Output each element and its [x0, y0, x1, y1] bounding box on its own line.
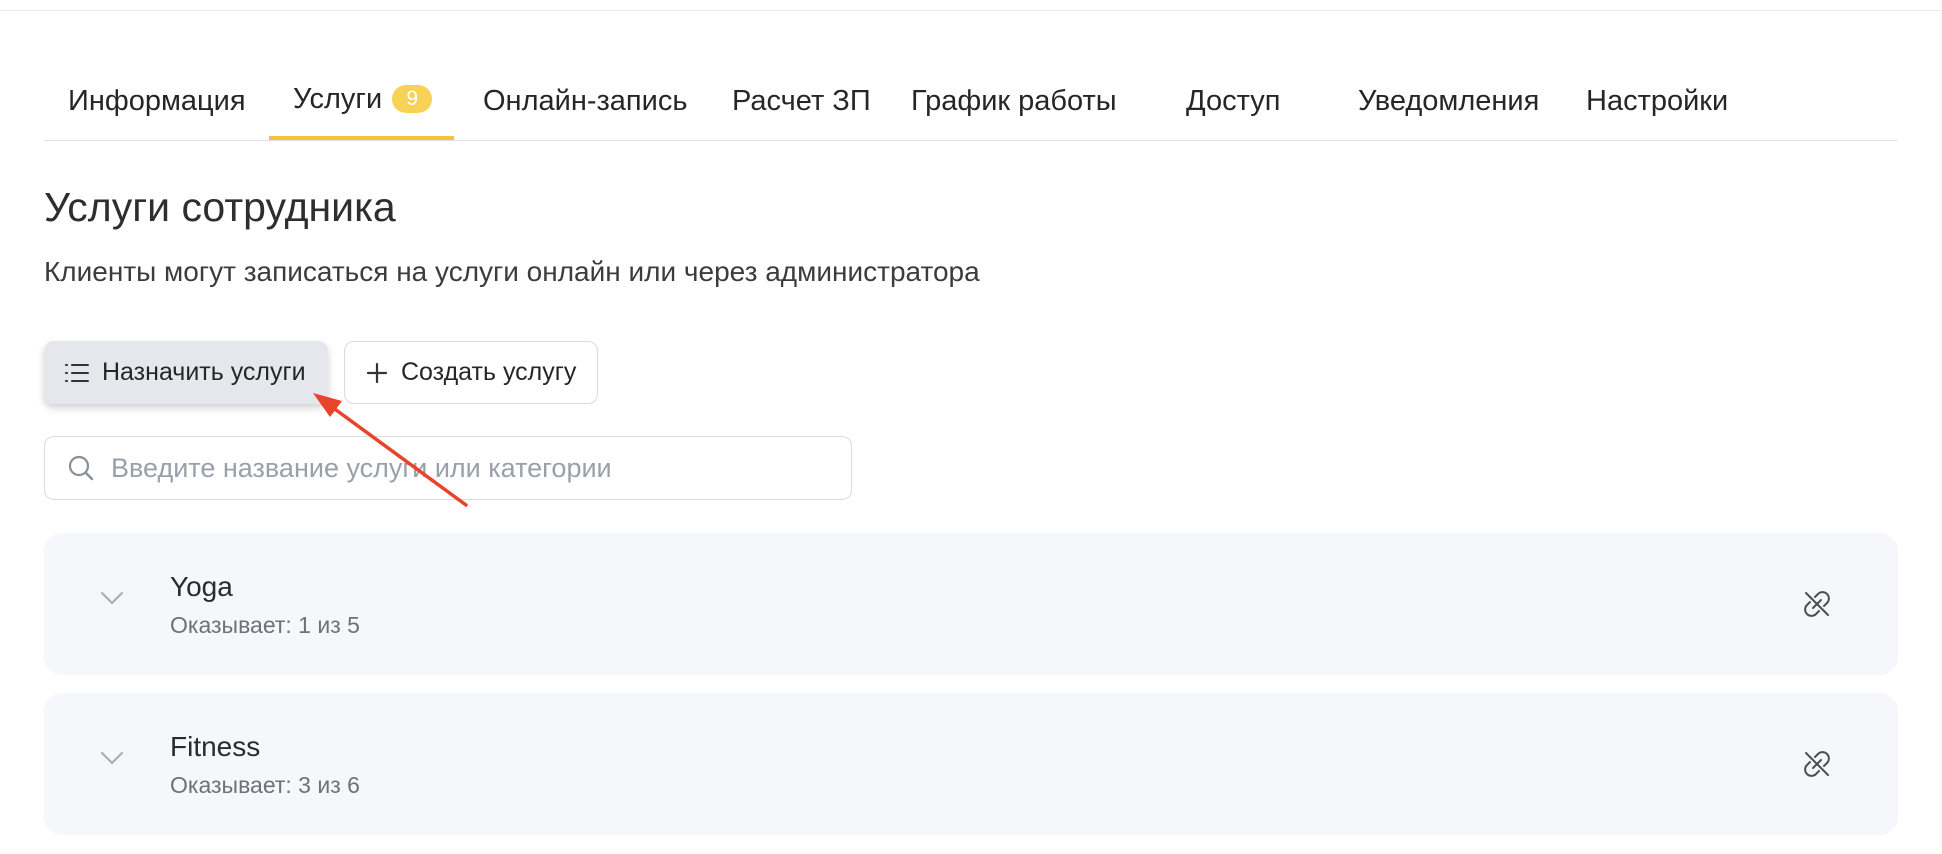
tab-settings[interactable]: Настройки	[1562, 62, 1752, 140]
top-divider	[0, 10, 1942, 11]
category-name: Yoga	[170, 571, 233, 602]
search-field[interactable]	[44, 436, 852, 500]
chevron-down-icon[interactable]	[100, 591, 124, 605]
tab-information[interactable]: Информация	[44, 62, 270, 140]
assign-services-label: Назначить услуги	[102, 358, 306, 386]
tab-schedule[interactable]: График работы	[887, 62, 1141, 140]
create-service-label: Создать услугу	[401, 358, 577, 386]
tab-salary[interactable]: Расчет ЗП	[708, 62, 895, 140]
search-input[interactable]	[109, 451, 813, 485]
chevron-down-icon[interactable]	[100, 751, 124, 765]
page-subtitle: Клиенты могут записаться на услуги онлай…	[44, 256, 980, 287]
page-title: Услуги сотрудника	[44, 184, 396, 230]
category-card-yoga[interactable]: Yoga Оказывает: 1 из 5	[44, 533, 1898, 675]
unlink-icon[interactable]	[1802, 589, 1832, 619]
plus-icon	[366, 362, 388, 383]
unlink-icon[interactable]	[1802, 749, 1832, 779]
tab-access[interactable]: Доступ	[1162, 62, 1304, 140]
tab-bar: Информация Услуги 9 Онлайн-запись Расчет…	[44, 62, 1898, 141]
tab-services-count-badge: 9	[392, 85, 433, 113]
create-service-button[interactable]: Создать услугу	[344, 341, 598, 404]
tab-online-booking[interactable]: Онлайн-запись	[459, 62, 711, 140]
assign-services-button[interactable]: Назначить услуги	[44, 341, 328, 404]
category-provided-count: Оказывает: 1 из 5	[170, 612, 360, 638]
search-icon	[68, 455, 94, 481]
category-card-fitness[interactable]: Fitness Оказывает: 3 из 6	[44, 693, 1898, 835]
category-provided-count: Оказывает: 3 из 6	[170, 772, 360, 798]
tab-services[interactable]: Услуги 9	[269, 62, 454, 140]
category-name: Fitness	[170, 731, 261, 762]
list-icon	[65, 363, 89, 382]
tab-notifications[interactable]: Уведомления	[1334, 62, 1563, 140]
